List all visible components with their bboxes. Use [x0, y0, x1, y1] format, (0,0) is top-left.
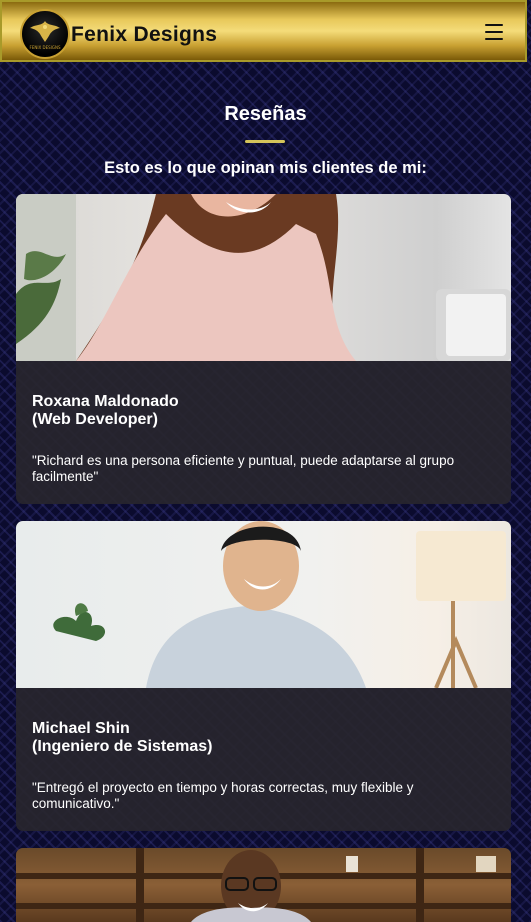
- phoenix-icon: [30, 21, 60, 42]
- title-underline: [245, 140, 285, 143]
- reviewer-photo: [16, 194, 511, 361]
- reviewer-name: Roxana Maldonado: [32, 393, 179, 410]
- reviewer-role: (Ingeniero de Sistemas): [32, 738, 213, 755]
- section-title: Reseñas: [224, 103, 307, 125]
- navbar: FENIX DESIGNS Fenix Designs: [0, 0, 527, 62]
- brand-logo[interactable]: FENIX DESIGNS: [20, 9, 70, 59]
- reviewer-photo: [16, 521, 511, 688]
- hamburger-menu-icon[interactable]: [485, 24, 503, 40]
- section-subtitle: Esto es lo que opinan mis clientes de mi…: [104, 159, 427, 177]
- review-card: Roxana Maldonado (Web Developer) "Richar…: [16, 194, 511, 504]
- reviewer-role: (Web Developer): [32, 411, 158, 428]
- review-quote: "Richard es una persona eficiente y punt…: [32, 453, 455, 484]
- logo-text: FENIX DESIGNS: [29, 45, 61, 50]
- brand-name[interactable]: Fenix Designs: [71, 23, 217, 47]
- reviewer-name: Michael Shin: [32, 720, 130, 737]
- review-card: [16, 848, 511, 922]
- reviewer-photo: [16, 848, 511, 922]
- review-quote: "Entregó el proyecto en tiempo y horas c…: [32, 780, 414, 811]
- review-card: Michael Shin (Ingeniero de Sistemas) "En…: [16, 521, 511, 831]
